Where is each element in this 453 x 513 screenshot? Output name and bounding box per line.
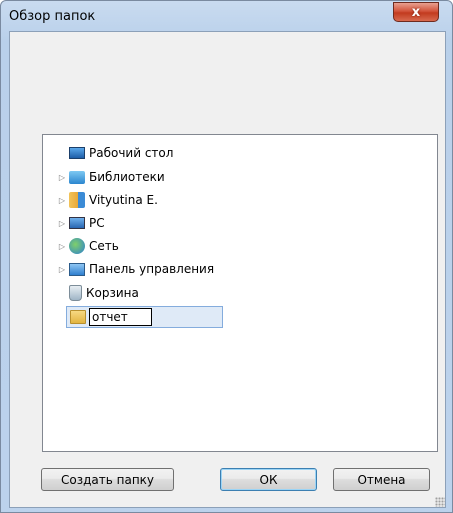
- create-folder-button[interactable]: Создать папку: [41, 468, 174, 491]
- user-folder-icon: [69, 192, 85, 208]
- title-bar[interactable]: Обзор папок x: [1, 1, 452, 31]
- expand-arrow-icon[interactable]: ▷: [57, 242, 67, 251]
- tree-item-label: Рабочий стол: [89, 146, 174, 160]
- folder-name-input[interactable]: [89, 308, 152, 326]
- recycle-bin-icon: [69, 285, 82, 301]
- computer-icon: [69, 217, 85, 229]
- expand-arrow-icon[interactable]: ▷: [57, 265, 67, 274]
- window-title: Обзор папок: [9, 9, 96, 24]
- resize-grip-icon[interactable]: [435, 497, 445, 507]
- tree-item-network[interactable]: ▷ Сеть: [57, 235, 119, 257]
- folder-icon: [70, 310, 86, 324]
- tree-item-label: Сеть: [89, 239, 119, 253]
- tree-item-libraries[interactable]: ▷ Библиотеки: [57, 166, 165, 188]
- tree-item-label: Библиотеки: [89, 170, 165, 184]
- cancel-button[interactable]: Отмена: [333, 468, 430, 491]
- tree-item-pc[interactable]: ▷ PC: [57, 212, 105, 234]
- libraries-icon: [69, 170, 85, 184]
- close-icon: x: [411, 4, 421, 20]
- ok-button[interactable]: ОК: [220, 468, 317, 491]
- tree-item-label: Корзина: [86, 286, 139, 300]
- network-icon: [69, 238, 85, 254]
- tree-item-new-folder[interactable]: [66, 306, 223, 328]
- tree-item-label: Vityutina E.: [89, 193, 158, 207]
- tree-item-label: Панель управления: [89, 262, 215, 276]
- expand-arrow-icon[interactable]: ▷: [57, 196, 67, 205]
- dialog-body: Рабочий стол ▷ Библиотеки ▷ Vityutina E.…: [9, 31, 446, 508]
- control-panel-icon: [69, 262, 85, 276]
- close-button[interactable]: x: [393, 2, 439, 22]
- desktop-icon: [69, 147, 85, 159]
- expand-arrow-icon[interactable]: ▷: [57, 173, 67, 182]
- tree-item-label: PC: [89, 216, 105, 230]
- tree-item-recycle-bin[interactable]: Корзина: [57, 282, 139, 304]
- expand-arrow-icon[interactable]: ▷: [57, 219, 67, 228]
- tree-item-user[interactable]: ▷ Vityutina E.: [57, 189, 158, 211]
- browse-folder-dialog: Обзор папок x Рабочий стол ▷ Библиотеки …: [0, 0, 453, 513]
- tree-item-control-panel[interactable]: ▷ Панель управления: [57, 258, 214, 280]
- folder-tree[interactable]: Рабочий стол ▷ Библиотеки ▷ Vityutina E.…: [42, 134, 438, 452]
- tree-item-desktop[interactable]: Рабочий стол: [57, 142, 173, 164]
